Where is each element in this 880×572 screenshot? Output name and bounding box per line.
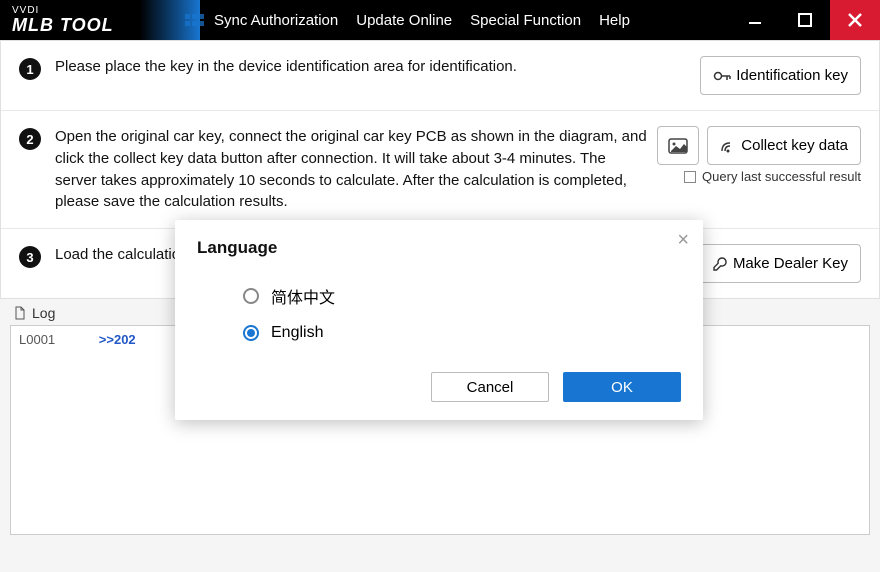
make-dealer-key-button[interactable]: Make Dealer Key — [699, 244, 861, 283]
step-row: 1 Please place the key in the device ide… — [1, 41, 879, 111]
checkbox-icon — [684, 171, 696, 183]
radio-icon — [243, 325, 259, 341]
titlebar: VVDI MLB TOOL Sync Authorization Update … — [0, 0, 880, 40]
image-icon — [668, 138, 688, 154]
menu-sync[interactable]: Sync Authorization — [214, 12, 338, 29]
step-text: Open the original car key, connect the o… — [55, 126, 657, 213]
menu-help[interactable]: Help — [599, 12, 630, 29]
step-number: 3 — [19, 246, 41, 268]
step-text: Please place the key in the device ident… — [55, 56, 700, 78]
close-button[interactable] — [830, 0, 880, 40]
dialog-title: Language — [197, 238, 681, 258]
step-number: 1 — [19, 58, 41, 80]
language-option-en[interactable]: English — [197, 316, 681, 350]
menu-special[interactable]: Special Function — [470, 12, 581, 29]
key-icon — [713, 69, 731, 83]
diagram-button[interactable] — [657, 126, 699, 165]
query-last-result-checkbox[interactable]: Query last successful result — [684, 169, 861, 184]
language-option-zh[interactable]: 简体中文 — [197, 276, 681, 316]
step-number: 2 — [19, 128, 41, 150]
language-dialog: × Language 简体中文 English Cancel OK — [175, 220, 703, 420]
app-logo: VVDI MLB TOOL — [0, 0, 200, 40]
wrench-icon — [712, 256, 728, 272]
logo-bottom: MLB TOOL — [12, 16, 114, 34]
main-menu: Sync Authorization Update Online Special… — [200, 12, 630, 29]
menu-update[interactable]: Update Online — [356, 12, 452, 29]
signal-icon — [720, 139, 736, 153]
dialog-close-button[interactable]: × — [677, 230, 689, 250]
ok-button[interactable]: OK — [563, 372, 681, 402]
document-icon — [14, 306, 26, 320]
identification-key-button[interactable]: Identification key — [700, 56, 861, 95]
maximize-button[interactable] — [780, 0, 830, 40]
step-row: 2 Open the original car key, connect the… — [1, 111, 879, 229]
collect-key-data-button[interactable]: Collect key data — [707, 126, 861, 165]
radio-icon — [243, 288, 259, 304]
minimize-button[interactable] — [730, 0, 780, 40]
cancel-button[interactable]: Cancel — [431, 372, 549, 402]
